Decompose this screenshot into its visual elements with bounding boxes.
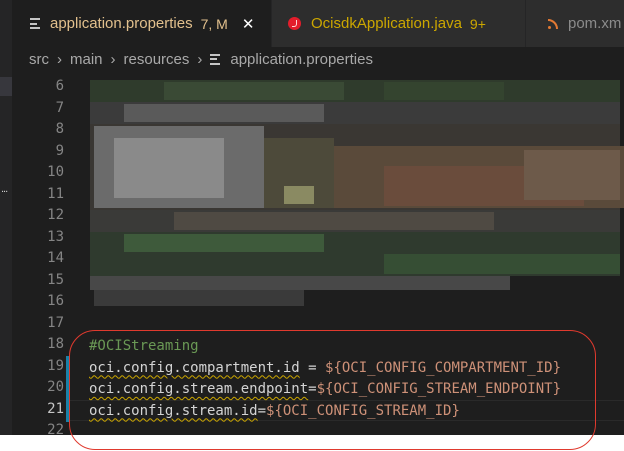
tab-label: OcisdkApplication.java: [311, 15, 462, 32]
tab-label: application.properties: [50, 15, 193, 32]
sidebar-selected-item[interactable]: [0, 77, 12, 96]
breadcrumb-item-resources[interactable]: resources: [124, 51, 190, 68]
line-number: 22: [47, 422, 64, 435]
problem-badge: 9+: [469, 15, 486, 32]
close-icon[interactable]: ✕: [242, 15, 255, 33]
breadcrumb-item-main[interactable]: main: [70, 51, 103, 68]
xml-file-icon: [548, 18, 558, 29]
line-number: 15: [47, 271, 64, 288]
line-number: 13: [47, 228, 64, 245]
sidebar-more-icon[interactable]: ...: [1, 184, 8, 195]
properties-file-icon: [210, 53, 221, 65]
highlight-annotation-oval: [69, 330, 596, 450]
line-number: 10: [47, 164, 64, 180]
tab-application-properties[interactable]: application.properties 7, M ✕: [12, 0, 271, 47]
chevron-right-icon: ›: [57, 50, 62, 68]
line-number-active: 21: [47, 400, 64, 417]
breadcrumb-item-src[interactable]: src: [29, 51, 49, 68]
properties-file-icon: [30, 18, 40, 29]
line-number: 14: [47, 250, 64, 266]
line-number: 12: [47, 207, 64, 223]
tab-label: pom.xm: [568, 15, 622, 32]
tab-ocisdk-application-java[interactable]: OcisdkApplication.java 9+: [271, 0, 526, 47]
problem-badge: 7, M: [200, 15, 228, 32]
line-number: 11: [47, 185, 64, 202]
line-number: 19: [47, 357, 64, 374]
pixelated-redacted-code: [84, 78, 624, 310]
tab-pom-xml[interactable]: pom.xm: [525, 0, 624, 47]
chevron-right-icon: ›: [110, 50, 116, 68]
line-number-gutter: 6 7 8 9 10 11 12 13 14 15 16 17 18 19 20…: [12, 76, 64, 435]
line-number: 16: [47, 293, 64, 309]
java-file-icon: [288, 17, 301, 30]
line-number: 8: [55, 121, 64, 137]
chevron-right-icon: ›: [197, 50, 203, 68]
line-number: 6: [55, 78, 64, 94]
explorer-sidebar-edge: ...: [0, 0, 12, 435]
line-number: 20: [47, 379, 64, 395]
line-number: 9: [55, 142, 64, 159]
line-number: 17: [47, 314, 64, 331]
line-number: 7: [55, 99, 64, 116]
line-number: 18: [47, 336, 64, 352]
breadcrumb-item-file[interactable]: application.properties: [230, 51, 373, 68]
breadcrumb: src › main › resources › application.pro…: [12, 47, 624, 71]
